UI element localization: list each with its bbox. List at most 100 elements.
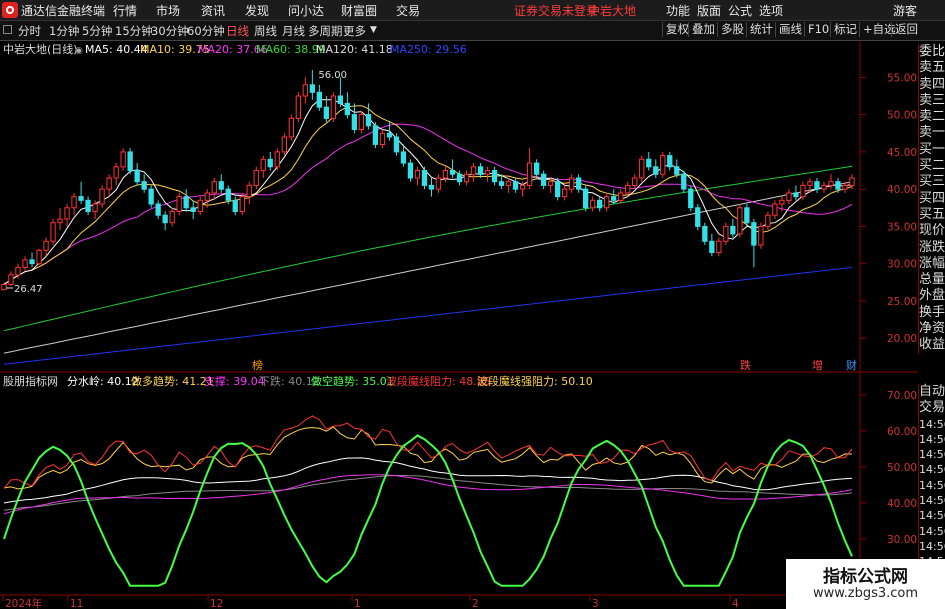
candle-body <box>43 240 49 251</box>
candle-body <box>267 158 273 168</box>
candle-body <box>148 188 154 205</box>
toolbar-overlay[interactable]: 叠加 <box>688 22 718 37</box>
trade-label[interactable]: 交易 <box>919 400 945 416</box>
candle-body <box>590 199 596 209</box>
candle-body <box>92 203 98 212</box>
period-15min[interactable]: 15分钟 <box>115 23 153 39</box>
quote-panel: 委比 卖五 卖四 卖三 卖二 卖一 买一 买二 买三 买四 买五 现价 涨跌 涨… <box>918 44 945 354</box>
candle-body <box>106 177 112 190</box>
kline-chart[interactable]: 56.00 26.47 榜 跌 增 财 55.00 50.00 45.00 40.00 35.00… <box>0 41 918 609</box>
menu-item-market[interactable]: 行情 <box>113 2 137 19</box>
candle-body <box>695 207 701 227</box>
candle-body <box>730 225 736 235</box>
period-monthly[interactable]: 月线 <box>282 23 305 39</box>
candle-body <box>835 181 841 190</box>
indicator-axis-tick: 60.00 <box>887 426 917 438</box>
toolbar-f10[interactable]: F10 <box>804 22 832 37</box>
candle-body <box>667 155 673 168</box>
candle-body <box>849 177 855 186</box>
menu-item-options[interactable]: 选项 <box>759 2 783 19</box>
candle-body <box>512 181 519 190</box>
candle-body <box>127 151 133 172</box>
indicator-legend-label: 做多趋势: 41.21 <box>131 374 214 388</box>
quote-field-turnover: 换手 <box>919 304 945 320</box>
candle-body <box>779 199 785 205</box>
tick-time: 14:56 <box>919 539 945 553</box>
candle-body <box>316 91 323 108</box>
candle-body <box>674 166 680 175</box>
candle-body <box>786 192 792 201</box>
time-axis-tick: 2024年 <box>5 597 42 609</box>
guest-label[interactable]: 游客 <box>893 2 917 19</box>
candle-body <box>365 114 372 127</box>
period-intraday[interactable]: 分时 <box>18 23 41 39</box>
candle-body <box>379 132 386 146</box>
time-axis-tick: 2 <box>472 598 479 609</box>
candle-body <box>64 207 70 220</box>
trade-panel: 自动 交易 14:5614:5614:5614:5614:5614:5614:5… <box>918 384 945 585</box>
panel-toggle-icon[interactable] <box>3 25 12 34</box>
menu-item-news[interactable]: 资讯 <box>201 2 225 19</box>
candle-body <box>800 184 806 198</box>
candle-body <box>99 188 105 205</box>
menu-bar: 通达信金融终端 行情 市场 资讯 发现 问小达 财富圈 交易 证券交易未登录 中… <box>0 0 945 21</box>
candle-body <box>183 196 189 209</box>
period-multi[interactable]: 多周期 <box>308 23 343 39</box>
toolbar-mark[interactable]: 标记 <box>830 22 860 37</box>
menu-item-wealth[interactable]: 财富圈 <box>341 2 377 19</box>
period-more[interactable]: 更多 <box>343 23 366 39</box>
ma-legend-label: MA250: 29.56 <box>390 43 467 56</box>
toolbar-draw-line[interactable]: 画线 <box>775 22 805 37</box>
menu-item-formula[interactable]: 公式 <box>728 2 752 19</box>
time-axis-tick: 12 <box>210 598 223 609</box>
tick-time: 14:56 <box>919 494 945 508</box>
chevron-down-icon[interactable]: ▼ <box>370 25 377 35</box>
low-price-label: 26.47 <box>14 284 43 295</box>
quote-field-change: 涨跌 <box>919 239 945 255</box>
candle-body <box>709 240 715 254</box>
period-daily[interactable]: 日线 <box>226 23 249 39</box>
menu-item-discover[interactable]: 发现 <box>245 2 269 19</box>
menu-item-markets[interactable]: 市场 <box>156 2 180 19</box>
candle-body <box>526 162 533 186</box>
candle-body <box>519 184 526 190</box>
candle-body <box>463 173 470 183</box>
menu-item-layout[interactable]: 版面 <box>697 2 721 19</box>
candle-body <box>477 166 484 175</box>
toolbar-statistics[interactable]: 统计 <box>746 22 776 37</box>
candle-body <box>821 184 827 190</box>
auto-trade-label[interactable]: 自动 <box>919 384 945 400</box>
candle-body <box>8 274 14 286</box>
period-30min[interactable]: 30分钟 <box>151 23 189 39</box>
toolbar-multi-stock[interactable]: 多股 <box>717 22 747 37</box>
candle-body <box>702 225 708 242</box>
candle-body <box>548 181 554 186</box>
collapse-icon[interactable]: ◉ <box>75 46 83 56</box>
candle-body <box>660 155 666 175</box>
candle-body <box>246 184 252 198</box>
candle-body <box>1 284 7 291</box>
candle-body <box>737 207 743 235</box>
period-5min[interactable]: 5分钟 <box>82 23 112 39</box>
period-weekly[interactable]: 周线 <box>254 23 277 39</box>
time-axis-tick: 4 <box>732 598 739 609</box>
toolbar-back[interactable]: 返回 <box>891 22 921 37</box>
tick-time: 14:56 <box>919 448 945 462</box>
login-status[interactable]: 证券交易未登录 <box>514 2 598 19</box>
period-60min[interactable]: 60分钟 <box>187 23 225 39</box>
candle-body <box>155 203 161 216</box>
quote-field-volume: 总量 <box>919 272 945 288</box>
period-1min[interactable]: 1分钟 <box>49 23 79 39</box>
candle-body <box>176 196 182 213</box>
menu-item-functions[interactable]: 功能 <box>666 2 690 19</box>
menu-item-trade[interactable]: 交易 <box>396 2 420 19</box>
candle-body <box>162 214 168 224</box>
menu-item-assistant[interactable]: 问小达 <box>288 2 324 19</box>
candle-body <box>15 266 21 276</box>
quote-field-change-pct: 涨幅 <box>919 255 945 271</box>
candle-body <box>309 84 316 93</box>
candle-body <box>639 158 645 179</box>
candle-body <box>330 95 337 119</box>
candle-body <box>134 170 140 183</box>
price-axis-tick: 50.00 <box>887 110 917 122</box>
